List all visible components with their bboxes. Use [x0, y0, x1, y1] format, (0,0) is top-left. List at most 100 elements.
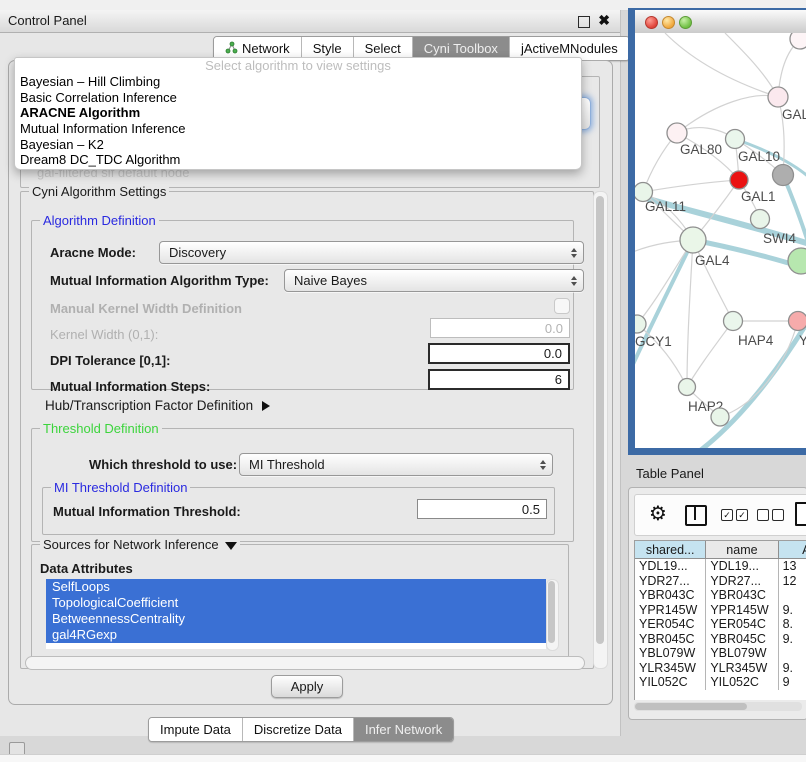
settings-vertical-scrollbar[interactable]	[593, 191, 608, 669]
table-row[interactable]: YER054CYER054C8.	[635, 617, 806, 632]
network-node-swi4[interactable]	[751, 210, 770, 229]
mi-threshold-group: MI Threshold Definition Mutual Informati…	[42, 487, 555, 535]
table-row[interactable]: YIL052CYIL052C9	[635, 675, 806, 690]
attribute-item-gal4rgexp[interactable]: gal4RGexp	[46, 627, 546, 643]
network-node[interactable]	[790, 33, 806, 49]
table-row[interactable]: YDR27...YDR27...12	[635, 574, 806, 589]
dropdown-item-bayesian-hill-climbing[interactable]: Bayesian – Hill Climbing	[15, 74, 581, 90]
control-panel-header: Control Panel ✖	[0, 10, 620, 33]
table-horizontal-scrollbar[interactable]	[634, 702, 802, 711]
list-scrollbar[interactable]	[546, 579, 559, 651]
threshold-definition-title: Threshold Definition	[40, 421, 162, 436]
table-row[interactable]: YBR045CYBR045C9.	[635, 632, 806, 647]
network-node[interactable]	[773, 165, 794, 186]
tab-infer-network[interactable]: Infer Network	[354, 718, 453, 741]
column-header-shared-[interactable]: shared...	[635, 541, 706, 559]
table-row[interactable]: YDL19...YDL19...13	[635, 559, 806, 574]
zoom-traffic-icon[interactable]	[679, 16, 692, 29]
dropdown-prompt: Select algorithm to view settings	[15, 58, 581, 74]
close-icon[interactable]: ✖	[598, 12, 610, 29]
settings-horizontal-scrollbar[interactable]	[25, 656, 585, 670]
tab-label: Discretize Data	[254, 722, 342, 737]
table-cell: YBL079W	[706, 646, 778, 661]
columns-icon[interactable]	[685, 505, 707, 526]
attribute-item-betweennesscentrality[interactable]: BetweennessCentrality	[46, 611, 546, 627]
aracne-mode-label: Aracne Mode:	[50, 245, 136, 260]
dropdown-item-basic-correlation-inference[interactable]: Basic Correlation Inference	[15, 90, 581, 106]
table-toolbar: ⚙ ✓✓	[634, 494, 806, 536]
sources-title[interactable]: Sources for Network Inference	[40, 537, 240, 552]
tab-impute-data[interactable]: Impute Data	[149, 718, 243, 741]
mi-type-combo[interactable]: Naive Bayes	[284, 269, 584, 292]
algorithm-definition-group: Algorithm Definition Aracne Mode: Discov…	[31, 220, 574, 390]
table-row[interactable]: YPR145WYPR145W9.	[635, 603, 806, 618]
gear-icon[interactable]: ⚙	[649, 501, 667, 525]
table-cell: 9.	[779, 632, 806, 647]
dropdown-item-dream8-dc-tdc-algorithm[interactable]: Dream8 DC_TDC Algorithm	[15, 152, 581, 168]
kernel-width-field[interactable]: 0.0	[430, 318, 570, 338]
bottom-tabs: Impute Data Discretize Data Infer Network	[148, 717, 454, 742]
minimize-traffic-icon[interactable]	[662, 16, 675, 29]
manual-kernel-checkbox[interactable]	[554, 298, 570, 314]
table-cell: 9.	[779, 661, 806, 676]
network-node-gal4[interactable]	[680, 227, 706, 253]
data-attributes-list[interactable]: SelfLoopsTopologicalCoefficientBetweenne…	[46, 579, 546, 649]
mi-threshold-field[interactable]: 0.5	[417, 499, 547, 519]
network-view-window[interactable]: GALGAL80GAL10GAL1GAL11SWI4GAL4GCY1HAP4YH…	[628, 8, 806, 455]
attribute-item-topologicalcoefficient[interactable]: TopologicalCoefficient	[46, 595, 546, 611]
node-label-gal11: GAL11	[645, 199, 686, 214]
network-node[interactable]	[788, 248, 806, 274]
kernel-width-label: Kernel Width (0,1):	[50, 327, 158, 342]
node-label-gal1: GAL1	[741, 189, 776, 204]
node-label-gal80: GAL80	[680, 142, 722, 157]
dropdown-item-aracne-algorithm[interactable]: ARACNE Algorithm	[15, 105, 581, 121]
network-node-gal1[interactable]	[730, 171, 748, 189]
tab-label: Network	[242, 41, 290, 56]
table-row[interactable]: YBR043CYBR043C	[635, 588, 806, 603]
dropdown-item-bayesian-k2[interactable]: Bayesian – K2	[15, 137, 581, 153]
node-table: shared...nameAYDL19...YDL19...13YDR27...…	[634, 540, 806, 700]
dropdown-item-mutual-information-inference[interactable]: Mutual Information Inference	[15, 121, 581, 137]
table-cell: YLR345W	[706, 661, 778, 676]
tab-label: Impute Data	[160, 722, 231, 737]
network-node[interactable]	[711, 408, 729, 426]
screen: Control Panel ✖ NetworkStyleSelectCyni T…	[0, 0, 806, 762]
network-window-titlebar[interactable]	[635, 10, 806, 34]
table-cell: 9	[779, 675, 806, 690]
network-node-gal80[interactable]	[667, 123, 687, 143]
network-node-hap4[interactable]	[724, 312, 743, 331]
tab-label: jActiveMNodules	[521, 41, 618, 56]
hub-definition-label: Hub/Transcription Factor Definition	[45, 398, 253, 413]
hub-definition-expander[interactable]: Hub/Transcription Factor Definition	[45, 398, 270, 413]
apply-button[interactable]: Apply	[271, 675, 343, 698]
network-canvas[interactable]: GALGAL80GAL10GAL1GAL11SWI4GAL4GCY1HAP4YH…	[635, 33, 806, 448]
close-traffic-icon[interactable]	[645, 16, 658, 29]
float-window-icon[interactable]	[578, 16, 590, 28]
manual-kernel-label: Manual Kernel Width Definition	[50, 301, 242, 316]
network-node-gal10[interactable]	[726, 130, 745, 149]
network-edge	[637, 240, 693, 324]
tab-label: Select	[365, 41, 401, 56]
attribute-item-selfloops[interactable]: SelfLoops	[46, 579, 546, 595]
table-cell: YBR045C	[706, 632, 778, 647]
table-row[interactable]: YLR345WYLR345W9.	[635, 661, 806, 676]
network-node-hap2[interactable]	[679, 379, 696, 396]
which-threshold-combo[interactable]: MI Threshold	[239, 453, 553, 476]
deselect-all-checks-icon[interactable]	[757, 509, 784, 521]
select-all-checks-icon[interactable]: ✓✓	[721, 509, 748, 521]
document-icon[interactable]	[795, 502, 806, 526]
table-cell: YER054C	[706, 617, 778, 632]
network-node-gal[interactable]	[768, 87, 788, 107]
column-header-name[interactable]: name	[706, 541, 778, 559]
cyni-algorithm-settings-group: Cyni Algorithm Settings Algorithm Defini…	[20, 191, 594, 669]
network-edge	[665, 33, 778, 97]
tab-discretize-data[interactable]: Discretize Data	[243, 718, 354, 741]
mi-steps-field[interactable]: 6	[428, 369, 570, 390]
aracne-mode-combo[interactable]: Discovery	[159, 241, 584, 264]
table-row[interactable]: YBL079WYBL079W	[635, 646, 806, 661]
network-node-y[interactable]	[789, 312, 806, 331]
threshold-definition-group: Threshold Definition Which threshold to …	[31, 428, 574, 542]
combo-arrows-icon	[571, 248, 577, 258]
dpi-tolerance-field[interactable]: 0.0	[428, 343, 570, 364]
column-header-a[interactable]: A	[779, 541, 806, 559]
